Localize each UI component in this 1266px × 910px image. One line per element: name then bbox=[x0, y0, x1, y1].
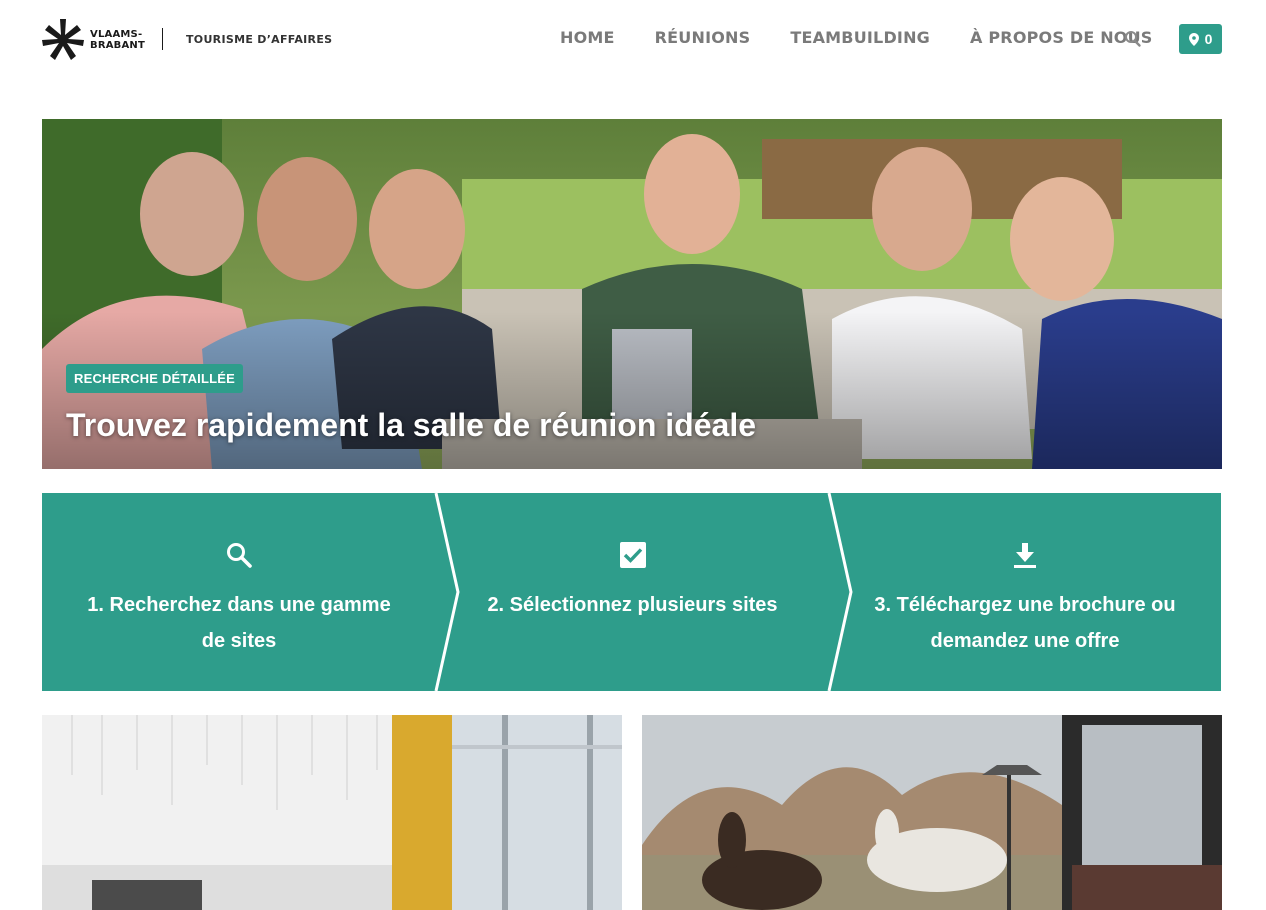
step-label-line: 1. Recherchez dans une gamme bbox=[87, 594, 391, 616]
step-select: 2. Sélectionnez plusieurs sites bbox=[436, 493, 829, 691]
nav-item-home[interactable]: HOME bbox=[560, 28, 615, 47]
cart-count: 0 bbox=[1204, 31, 1213, 47]
hero-title[interactable]: Trouvez rapidement la salle de réunion i… bbox=[66, 407, 756, 444]
checkbox-icon bbox=[619, 541, 647, 569]
search-icon bbox=[225, 541, 253, 569]
nav-item-teambuilding[interactable]: TEAMBUILDING bbox=[790, 28, 930, 47]
step-label: 3. Téléchargez une brochure ou demandez … bbox=[874, 587, 1175, 659]
site-subtitle: TOURISME D’AFFAIRES bbox=[186, 33, 333, 46]
search-icon bbox=[1125, 31, 1141, 47]
search-button[interactable] bbox=[1124, 30, 1142, 48]
favorites-cart-button[interactable]: 0 bbox=[1179, 24, 1222, 54]
venue-photo bbox=[42, 715, 622, 910]
venue-photo bbox=[642, 715, 1222, 910]
step-label-line: de sites bbox=[201, 630, 277, 652]
step-search: 1. Recherchez dans une gamme de sites bbox=[42, 493, 436, 691]
logo-line-1: VLAAMS- bbox=[90, 29, 143, 40]
map-pin-icon bbox=[1188, 32, 1199, 46]
nav-item-reunions[interactable]: RÉUNIONS bbox=[655, 28, 751, 47]
step-label-line: 2. Sélectionnez plusieurs sites bbox=[487, 594, 778, 616]
venue-card-meeting-room[interactable] bbox=[42, 715, 622, 910]
venue-card-horse-arena[interactable] bbox=[642, 715, 1222, 910]
brand-logo[interactable]: VLAAMS- BRABANT bbox=[42, 19, 145, 61]
steps-banner: 1. Recherchez dans une gamme de sites 2.… bbox=[42, 493, 1221, 691]
step-label-line: demandez une offre bbox=[930, 630, 1120, 652]
download-icon bbox=[1011, 541, 1039, 569]
step-label: 2. Sélectionnez plusieurs sites bbox=[487, 587, 777, 623]
logo-wordmark: VLAAMS- BRABANT bbox=[90, 29, 145, 51]
logo-divider bbox=[162, 28, 163, 50]
hero-tag-detailed-search[interactable]: RECHERCHE DÉTAILLÉE bbox=[66, 364, 244, 393]
asterisk-logo-icon bbox=[42, 19, 84, 60]
step-label: 1. Recherchez dans une gamme de sites bbox=[87, 587, 390, 659]
main-nav: HOME RÉUNIONS TEAMBUILDING À PROPOS DE N… bbox=[560, 28, 1193, 47]
step-label-line: 3. Téléchargez une brochure ou bbox=[874, 594, 1176, 616]
hero-banner[interactable]: RECHERCHE DÉTAILLÉE Trouvez rapidement l… bbox=[42, 119, 1222, 469]
site-header: VLAAMS- BRABANT TOURISME D’AFFAIRES HOME… bbox=[0, 0, 1266, 80]
step-download: 3. Téléchargez une brochure ou demandez … bbox=[829, 493, 1221, 691]
logo-line-2: BRABANT bbox=[90, 40, 146, 51]
